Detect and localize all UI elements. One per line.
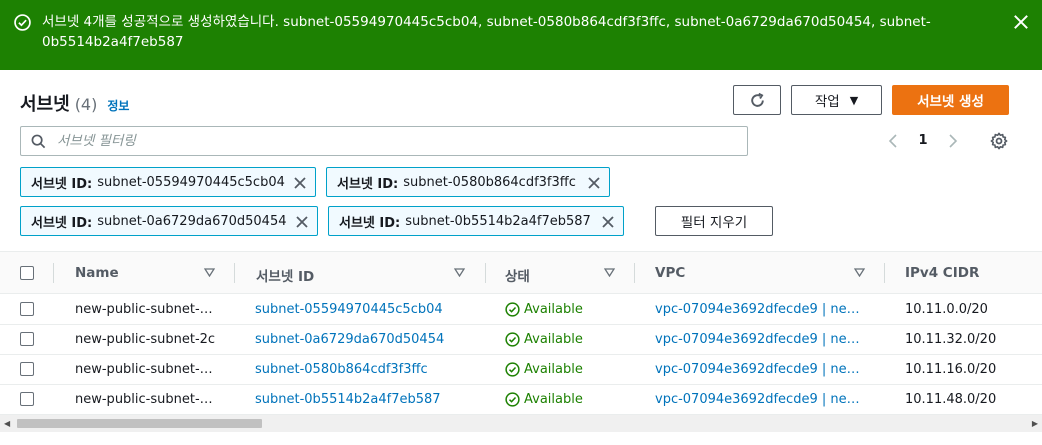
filter-search <box>20 126 748 156</box>
table-row[interactable]: new-public-subnet-… subnet-0b5514b2a4f7e… <box>0 385 1042 415</box>
cell-vpc-link[interactable]: vpc-07094e3692dfecde9 | ne… <box>655 392 860 407</box>
column-divider <box>634 263 635 283</box>
status-text: Available <box>524 302 583 317</box>
settings-gear-icon[interactable] <box>990 132 1008 150</box>
actions-dropdown[interactable]: 작업 ▼ <box>791 85 882 115</box>
close-icon[interactable] <box>1012 13 1030 31</box>
cell-status: Available <box>505 362 583 377</box>
scroll-left-arrow-icon[interactable]: ◀ <box>4 419 10 428</box>
search-input[interactable] <box>55 130 735 152</box>
row-checkbox[interactable] <box>20 332 34 346</box>
status-text: Available <box>524 332 583 347</box>
cell-subnet-id-link[interactable]: subnet-05594970445c5cb04 <box>255 302 443 317</box>
token-key: 서브넷 ID: <box>31 215 93 231</box>
success-flash-banner: 서브넷 4개를 성공적으로 생성하였습니다. subnet-0559497044… <box>0 0 1042 70</box>
cell-name: new-public-subnet-… <box>75 302 213 317</box>
column-header-status[interactable]: 상태 <box>505 265 530 285</box>
remove-token-icon[interactable] <box>295 215 309 229</box>
token-value: subnet-0b5514b2a4f7eb587 <box>405 213 591 229</box>
cell-name: new-public-subnet-… <box>75 392 213 407</box>
cell-vpc-link[interactable]: vpc-07094e3692dfecde9 | ne… <box>655 362 860 377</box>
token-key: 서브넷 ID: <box>337 176 399 192</box>
table-row[interactable]: new-public-subnet-… subnet-0580b864cdf3f… <box>0 355 1042 385</box>
column-header-name[interactable]: Name <box>75 265 119 281</box>
cell-name: new-public-subnet-2c <box>75 332 216 347</box>
column-divider <box>485 263 486 283</box>
create-subnet-button[interactable]: 서브넷 생성 <box>892 85 1009 115</box>
token-key: 서브넷 ID: <box>31 176 93 192</box>
table-header: Name 서브넷 ID 상태 VPC IPv4 CIDR <box>0 251 1042 294</box>
item-count: (4) <box>74 95 98 114</box>
filter-token: 서브넷 ID: subnet-0580b864cdf3f3ffc <box>326 167 610 197</box>
cell-name: new-public-subnet-… <box>75 362 213 377</box>
column-divider <box>234 263 235 283</box>
previous-page-icon[interactable] <box>886 133 900 149</box>
page-title: 서브넷 <box>20 94 70 115</box>
info-link[interactable]: 정보 <box>107 97 129 114</box>
check-circle-icon <box>505 332 520 347</box>
cell-subnet-id-link[interactable]: subnet-0580b864cdf3f3ffc <box>255 362 428 377</box>
refresh-icon <box>750 92 764 107</box>
clear-filters-button[interactable]: 필터 지우기 <box>655 206 773 236</box>
check-circle-icon <box>505 302 520 317</box>
sort-icon[interactable] <box>854 268 865 277</box>
row-checkbox[interactable] <box>20 362 34 376</box>
scrollbar-thumb[interactable] <box>17 419 262 428</box>
remove-token-icon[interactable] <box>587 176 601 190</box>
cell-subnet-id-link[interactable]: subnet-0a6729da670d50454 <box>255 332 444 347</box>
column-header-vpc[interactable]: VPC <box>655 265 685 281</box>
table-row[interactable]: new-public-subnet-2c subnet-0a6729da670d… <box>0 325 1042 355</box>
cell-status: Available <box>505 392 583 407</box>
sort-icon[interactable] <box>604 268 615 277</box>
select-all-checkbox[interactable] <box>20 266 34 280</box>
token-value: subnet-0a6729da670d50454 <box>97 213 287 229</box>
remove-token-icon[interactable] <box>293 176 307 190</box>
filter-token: 서브넷 ID: subnet-0a6729da670d50454 <box>20 206 318 236</box>
cell-ipv4-cidr: 10.11.48.0/20 <box>905 392 997 407</box>
column-divider <box>884 263 885 283</box>
scroll-right-arrow-icon[interactable]: ▶ <box>1032 419 1038 428</box>
cell-ipv4-cidr: 10.11.0.0/20 <box>905 302 988 317</box>
search-icon <box>31 134 46 149</box>
token-value: subnet-05594970445c5cb04 <box>97 174 285 190</box>
status-text: Available <box>524 362 583 377</box>
refresh-button[interactable] <box>733 85 781 115</box>
subnets-panel: 서브넷 (4) 정보 작업 ▼ 서브넷 생성 1 서브넷 ID: subnet-… <box>0 70 1042 445</box>
cell-ipv4-cidr: 10.11.32.0/20 <box>905 332 997 347</box>
flash-message: 서브넷 4개를 성공적으로 생성하였습니다. subnet-0559497044… <box>42 14 931 50</box>
cell-vpc-link[interactable]: vpc-07094e3692dfecde9 | ne… <box>655 332 860 347</box>
actions-label: 작업 <box>814 94 840 110</box>
check-circle-icon <box>14 14 31 31</box>
column-header-subnet-id[interactable]: 서브넷 ID <box>256 265 314 285</box>
current-page-number[interactable]: 1 <box>916 133 930 149</box>
column-header-ipv4-cidr[interactable]: IPv4 CIDR <box>905 265 979 281</box>
caret-down-icon: ▼ <box>849 93 859 107</box>
cell-vpc-link[interactable]: vpc-07094e3692dfecde9 | ne… <box>655 302 860 317</box>
check-circle-icon <box>505 362 520 377</box>
cell-status: Available <box>505 302 583 317</box>
next-page-icon[interactable] <box>946 133 960 149</box>
row-checkbox[interactable] <box>20 302 34 316</box>
check-circle-icon <box>505 392 520 407</box>
remove-token-icon[interactable] <box>601 215 615 229</box>
filter-token: 서브넷 ID: subnet-05594970445c5cb04 <box>20 167 316 197</box>
column-divider <box>53 263 54 283</box>
cell-subnet-id-link[interactable]: subnet-0b5514b2a4f7eb587 <box>255 392 441 407</box>
cell-ipv4-cidr: 10.11.16.0/20 <box>905 362 997 377</box>
token-key: 서브넷 ID: <box>339 215 401 231</box>
filter-token: 서브넷 ID: subnet-0b5514b2a4f7eb587 <box>328 206 624 236</box>
status-text: Available <box>524 392 583 407</box>
token-value: subnet-0580b864cdf3f3ffc <box>403 174 576 190</box>
horizontal-scrollbar[interactable]: ◀ ▶ <box>0 415 1042 432</box>
page-header: 서브넷 (4) 정보 <box>20 90 129 115</box>
sort-icon[interactable] <box>204 268 215 277</box>
row-checkbox[interactable] <box>20 392 34 406</box>
cell-status: Available <box>505 332 583 347</box>
table-row[interactable]: new-public-subnet-… subnet-05594970445c5… <box>0 295 1042 325</box>
sort-icon[interactable] <box>454 268 465 277</box>
